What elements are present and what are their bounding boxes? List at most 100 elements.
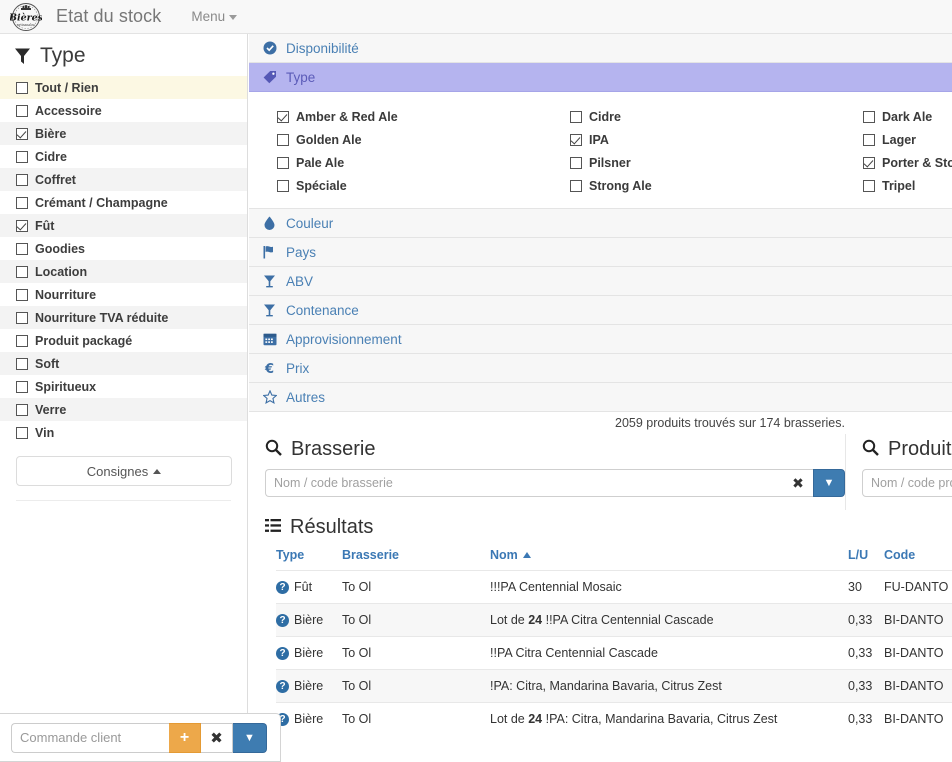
sidebar-type-item[interactable]: Cidre: [0, 145, 247, 168]
sidebar-type-label: Soft: [35, 356, 60, 371]
checkbox-icon[interactable]: [277, 156, 289, 169]
menu-dropdown[interactable]: Menu: [191, 9, 238, 24]
type-option[interactable]: Strong Ale: [570, 174, 863, 197]
command-dropdown-button[interactable]: ▼: [233, 722, 267, 753]
type-option[interactable]: Pale Ale: [277, 151, 570, 174]
page-title: Etat du stock: [56, 6, 162, 26]
clear-command-button[interactable]: ✖: [201, 722, 233, 753]
checkbox-icon[interactable]: [570, 179, 582, 192]
checkbox-icon[interactable]: [863, 110, 875, 123]
filter-section-abv[interactable]: ABV: [249, 267, 952, 296]
checkbox-icon[interactable]: [277, 133, 289, 146]
sidebar-type-item[interactable]: Soft: [0, 352, 247, 375]
checkbox-icon[interactable]: [16, 380, 28, 393]
checkbox-icon[interactable]: [16, 357, 28, 370]
checkbox-icon[interactable]: [16, 81, 28, 94]
type-option[interactable]: Lager: [863, 128, 952, 151]
sidebar-type-item[interactable]: Coffret: [0, 168, 247, 191]
filter-section-prix[interactable]: € Prix: [249, 354, 952, 383]
cell-nom: !!!PA Centennial Mosaic: [490, 570, 848, 604]
filter-section-pays[interactable]: Pays: [249, 238, 952, 267]
checkbox-icon[interactable]: [570, 110, 582, 123]
checkbox-checked-icon[interactable]: [16, 127, 28, 140]
sidebar-type-item[interactable]: Location: [0, 260, 247, 283]
help-icon[interactable]: ?: [276, 580, 289, 594]
table-row[interactable]: ? Bière To Ol !!PA Citra Centennial Cascade…: [276, 636, 952, 670]
sidebar-type-item[interactable]: Crémant / Champagne: [0, 191, 247, 214]
type-option[interactable]: Cidre: [570, 105, 863, 128]
checkbox-icon[interactable]: [16, 403, 28, 416]
checkbox-icon[interactable]: [16, 334, 28, 347]
checkbox-checked-icon[interactable]: [570, 133, 582, 146]
help-icon[interactable]: ?: [276, 646, 289, 660]
type-option-label: Strong Ale: [589, 178, 652, 193]
table-row[interactable]: ? Fût To Ol !!!PA Centennial Mosaic 30 FU-DAN…: [276, 570, 952, 604]
sidebar-type-item[interactable]: Produit packagé: [0, 329, 247, 352]
checkbox-icon[interactable]: [16, 265, 28, 278]
table-row[interactable]: ? Bière To Ol !PA: Citra, Mandarina Bavaria…: [276, 669, 952, 703]
commande-client-input[interactable]: [11, 722, 169, 753]
checkbox-icon[interactable]: [863, 133, 875, 146]
brasserie-search-input[interactable]: [265, 469, 783, 497]
type-option[interactable]: Golden Ale: [277, 128, 570, 151]
app-logo[interactable]: Bières artisanales: [2, 1, 50, 33]
checkbox-icon[interactable]: [16, 311, 28, 324]
sidebar-type-item[interactable]: Fût: [0, 214, 247, 237]
sidebar-type-item[interactable]: Verre: [0, 398, 247, 421]
checkbox-icon[interactable]: [277, 179, 289, 192]
type-option[interactable]: Spéciale: [277, 174, 570, 197]
brasserie-dropdown-button[interactable]: ▼: [813, 469, 845, 497]
column-header-lu[interactable]: L/U: [848, 544, 884, 571]
column-header-nom[interactable]: Nom: [490, 544, 848, 571]
brasserie-clear-button[interactable]: ✖: [783, 469, 813, 497]
filter-section-contenance[interactable]: Contenance: [249, 296, 952, 325]
type-option[interactable]: Pilsner: [570, 151, 863, 174]
help-icon[interactable]: ?: [276, 679, 289, 693]
add-command-button[interactable]: +: [169, 722, 201, 753]
checkbox-icon[interactable]: [16, 426, 28, 439]
type-option[interactable]: Dark Ale: [863, 105, 952, 128]
sidebar-type-item[interactable]: Vin: [0, 421, 247, 444]
checkbox-icon[interactable]: [16, 150, 28, 163]
column-header-code[interactable]: Code: [884, 544, 952, 571]
table-row[interactable]: ? Bière To Ol Lot de 24 !!PA Citra Centenni…: [276, 603, 952, 637]
filter-section-autres[interactable]: Autres: [249, 383, 952, 412]
type-option[interactable]: Tripel: [863, 174, 952, 197]
filter-section-type[interactable]: Type: [249, 63, 952, 92]
checkbox-icon[interactable]: [16, 173, 28, 186]
search-icon: [862, 439, 879, 461]
sidebar-type-item[interactable]: Tout / Rien: [0, 76, 247, 99]
sidebar-type-item[interactable]: Accessoire: [0, 99, 247, 122]
column-header-brasserie[interactable]: Brasserie: [342, 544, 490, 571]
checkbox-icon[interactable]: [570, 156, 582, 169]
help-icon[interactable]: ?: [276, 613, 289, 627]
checkbox-icon[interactable]: [16, 288, 28, 301]
sidebar-type-item[interactable]: Spiritueux: [0, 375, 247, 398]
checkbox-icon[interactable]: [16, 104, 28, 117]
brasserie-label: Brasserie: [291, 438, 376, 460]
type-option-label: Pilsner: [589, 155, 631, 170]
checkbox-checked-icon[interactable]: [863, 156, 875, 169]
column-header-type[interactable]: Type: [276, 544, 342, 571]
filter-section-couleur[interactable]: Couleur: [249, 209, 952, 238]
sidebar-type-item[interactable]: Bière: [0, 122, 247, 145]
produit-search-input[interactable]: [862, 469, 952, 497]
sidebar-type-item[interactable]: Nourriture: [0, 283, 247, 306]
checkbox-icon[interactable]: [16, 196, 28, 209]
sidebar-type-item[interactable]: Goodies: [0, 237, 247, 260]
consignes-button[interactable]: Consignes: [16, 456, 232, 486]
filter-section-disponibilite[interactable]: Disponibilité: [249, 34, 952, 63]
filter-section-approvisionnement[interactable]: Approvisionnement: [249, 325, 952, 354]
brasserie-search-pane: Brasserie ✖ ▼: [249, 434, 846, 510]
type-option[interactable]: IPA: [570, 128, 863, 151]
type-option[interactable]: Porter & Stout: [863, 151, 952, 174]
checkbox-checked-icon[interactable]: [16, 219, 28, 232]
filter-section-label: ABV: [286, 273, 314, 289]
sidebar-type-item[interactable]: Nourriture TVA réduite: [0, 306, 247, 329]
checkbox-checked-icon[interactable]: [277, 110, 289, 123]
checkbox-icon[interactable]: [16, 242, 28, 255]
type-option[interactable]: Amber & Red Ale: [277, 105, 570, 128]
table-row[interactable]: ? Bière To Ol Lot de 24 !PA: Citra, Mandari…: [276, 702, 952, 735]
checkbox-icon[interactable]: [863, 179, 875, 192]
nom-label: !!PA Citra Centennial Cascade: [542, 613, 714, 627]
